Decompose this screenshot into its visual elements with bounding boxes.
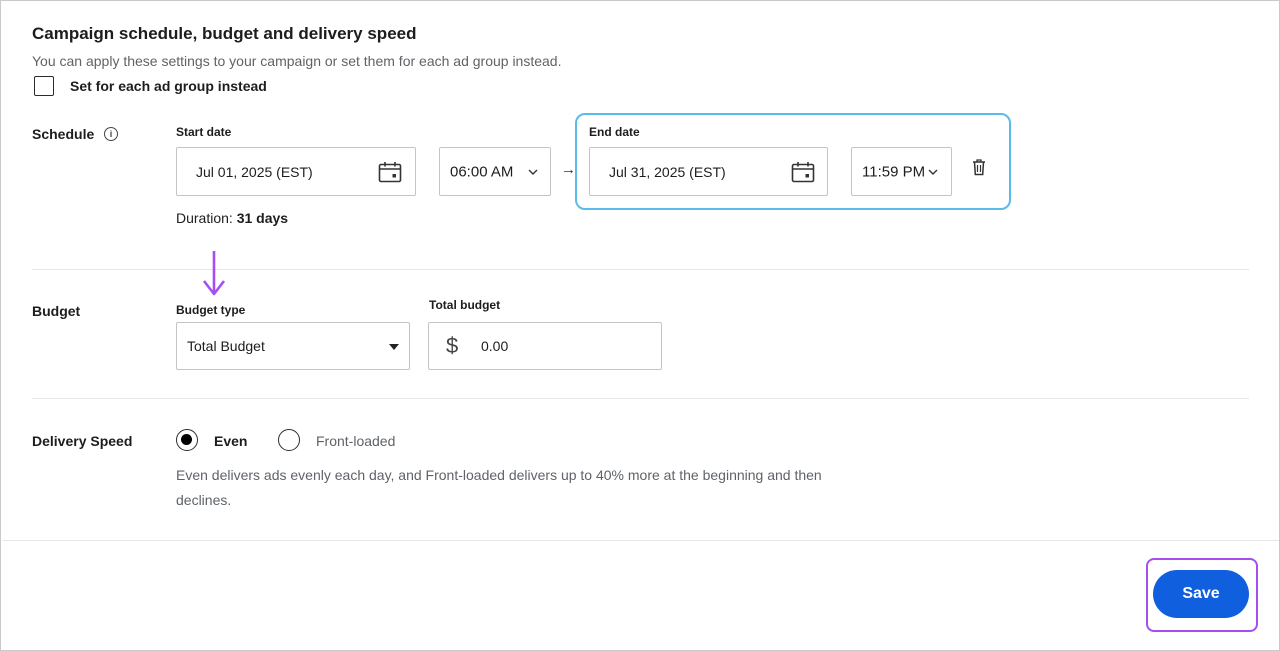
section-subtitle: You can apply these settings to your cam… <box>32 53 562 69</box>
duration-text: Duration: 31 days <box>176 210 288 226</box>
budget-type-value: Total Budget <box>187 338 265 354</box>
start-time-value: 06:00 AM <box>450 163 514 180</box>
budget-label: Budget <box>32 303 81 319</box>
calendar-icon <box>791 162 815 183</box>
total-budget-value: 0.00 <box>481 338 509 354</box>
ad-group-checkbox[interactable] <box>34 76 54 96</box>
schedule-label: Schedule <box>32 126 95 142</box>
chevron-down-icon <box>928 169 938 175</box>
campaign-settings-panel: Campaign schedule, budget and delivery s… <box>0 0 1280 651</box>
radio-even[interactable] <box>176 429 198 451</box>
footer-divider <box>2 540 1279 541</box>
dollar-icon: $ <box>446 333 459 358</box>
divider <box>32 398 1249 399</box>
total-budget-input[interactable]: $ 0.00 <box>428 322 662 370</box>
end-date-input[interactable]: Jul 31, 2025 (EST) <box>589 147 828 196</box>
range-arrow-icon: → <box>561 161 576 178</box>
checkbox-label: Set for each ad group instead <box>70 78 267 94</box>
info-icon[interactable]: i <box>104 127 118 141</box>
trash-icon[interactable] <box>972 159 986 176</box>
end-date-value: Jul 31, 2025 (EST) <box>609 163 726 180</box>
budget-type-label: Budget type <box>176 303 246 317</box>
section-title: Campaign schedule, budget and delivery s… <box>32 24 417 43</box>
caret-down-icon <box>389 344 399 350</box>
total-budget-label: Total budget <box>429 298 501 312</box>
radio-even-label: Even <box>214 433 248 449</box>
budget-type-select[interactable]: Total Budget <box>176 322 410 370</box>
delivery-description: Even delivers ads evenly each day, and F… <box>176 467 822 508</box>
start-date-input[interactable]: Jul 01, 2025 (EST) <box>176 147 416 196</box>
radio-front-loaded[interactable] <box>278 429 300 451</box>
save-button[interactable]: Save <box>1153 570 1249 618</box>
radio-front-loaded-label: Front-loaded <box>316 433 396 449</box>
chevron-down-icon <box>528 169 538 175</box>
end-time-select[interactable]: 11:59 PM <box>851 147 952 196</box>
duration-value: 31 days <box>236 210 289 226</box>
end-date-label: End date <box>589 125 640 139</box>
end-time-value: 11:59 PM <box>862 163 926 180</box>
start-date-value: Jul 01, 2025 (EST) <box>196 163 313 180</box>
start-time-select[interactable]: 06:00 AM <box>439 147 551 196</box>
delivery-speed-label: Delivery Speed <box>32 433 133 449</box>
calendar-icon <box>378 162 402 183</box>
arrow-down-annotation-icon <box>202 251 226 296</box>
start-date-label: Start date <box>176 125 232 139</box>
duration-prefix: Duration: <box>176 210 233 226</box>
